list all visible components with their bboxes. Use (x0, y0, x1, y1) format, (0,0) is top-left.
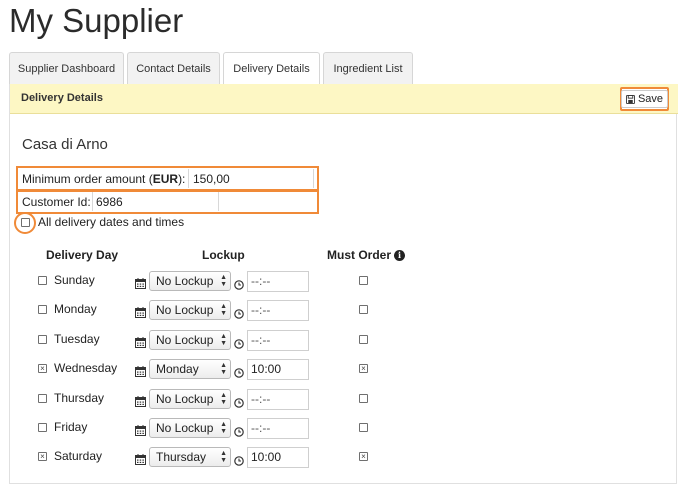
must-order-checkbox-wednesday[interactable]: × (359, 364, 368, 374)
must-order-checkbox-tuesday[interactable] (359, 334, 368, 344)
calendar-icon (135, 423, 146, 436)
clock-icon (234, 336, 244, 349)
lockup-time-thursday[interactable]: --:-- (247, 388, 309, 410)
calendar-icon (135, 452, 146, 466)
save-label: Save (637, 93, 664, 105)
day-label-wednesday: Wednesday (54, 361, 118, 376)
day-label-saturday: Saturday (54, 449, 103, 464)
tab-contact-details[interactable]: Contact Details (127, 52, 220, 84)
chevron-updown-icon: ▲ ▼ (220, 332, 227, 347)
panel-title: Delivery Details (21, 92, 103, 104)
lockup-select-saturday[interactable]: Thursday ▲ ▼ (149, 447, 231, 468)
lockup-select-thursday[interactable]: No Lockup ▲ ▼ (149, 388, 231, 409)
field-divider (218, 192, 219, 211)
calendar-icon (135, 394, 146, 407)
tab-supplier-dashboard[interactable]: Supplier Dashboard (9, 52, 124, 84)
day-label-thursday: Thursday (54, 390, 105, 405)
field-divider (313, 169, 314, 188)
min-order-label: Minimum order amount (EUR): (22, 172, 186, 186)
day-checkbox-monday[interactable] (38, 305, 47, 315)
day-label-tuesday: Tuesday (54, 331, 100, 346)
lockup-select-sunday[interactable]: No Lockup ▲ ▼ (149, 271, 231, 291)
clock-icon (234, 277, 244, 290)
day-checkbox-tuesday[interactable] (38, 334, 47, 344)
tab-delivery-details[interactable]: Delivery Details (223, 52, 320, 85)
lockup-select-tuesday[interactable]: No Lockup ▲ ▼ (149, 329, 231, 350)
supplier-name: Casa di Arno (22, 136, 108, 153)
tab-ingredient-list[interactable]: Ingredient List (323, 52, 413, 84)
day-checkbox-wednesday[interactable]: × (38, 364, 47, 374)
col-must-order: Must Order i (327, 248, 406, 262)
calendar-icon (135, 335, 146, 348)
save-button[interactable]: Save (620, 87, 669, 111)
lockup-select-friday[interactable]: No Lockup ▲ ▼ (149, 418, 231, 438)
customer-id-label: Customer Id: (22, 195, 91, 209)
col-lockup: Lockup (202, 248, 245, 262)
save-button-inner: Save (620, 90, 669, 108)
calendar-icon (135, 305, 146, 319)
lockup-time-wednesday[interactable]: 10:00 (247, 359, 309, 381)
all-dates-checkbox[interactable] (21, 218, 30, 227)
day-label-monday: Monday (54, 302, 97, 317)
clock-icon (234, 306, 244, 320)
field-divider (188, 169, 189, 188)
chevron-updown-icon: ▲ ▼ (220, 362, 227, 377)
min-order-input[interactable]: 150,00 (193, 172, 230, 186)
must-order-checkbox-thursday[interactable] (359, 393, 368, 403)
lockup-select-wednesday[interactable]: Monday ▲ ▼ (149, 359, 231, 380)
delivery-details-panel: Delivery Details Save (9, 84, 678, 484)
day-label-sunday: Sunday (54, 273, 95, 287)
must-order-checkbox-saturday[interactable]: × (359, 452, 368, 462)
clock-icon (234, 453, 244, 467)
col-delivery-day: Delivery Day (46, 248, 119, 262)
chevron-updown-icon: ▲ ▼ (220, 274, 227, 288)
day-checkbox-friday[interactable] (38, 423, 47, 432)
must-order-checkbox-sunday[interactable] (359, 276, 368, 285)
clock-icon (234, 395, 244, 408)
lockup-select-monday[interactable]: No Lockup ▲ ▼ (149, 300, 231, 321)
floppy-disk-icon (625, 94, 635, 104)
panel-header: Delivery Details Save (10, 84, 678, 114)
chevron-updown-icon: ▲ ▼ (220, 421, 227, 435)
field-divider (92, 192, 93, 211)
clock-icon (234, 424, 244, 437)
lockup-time-sunday[interactable]: --:-- (247, 271, 309, 292)
day-checkbox-sunday[interactable] (38, 276, 47, 285)
info-icon[interactable]: i (394, 250, 406, 261)
chevron-updown-icon: ▲ ▼ (220, 303, 227, 318)
calendar-icon (135, 364, 146, 378)
calendar-icon (135, 276, 146, 289)
lockup-time-monday[interactable]: --:-- (247, 300, 309, 322)
lockup-time-tuesday[interactable]: --:-- (247, 329, 309, 351)
page-title: My Supplier (9, 2, 184, 39)
lockup-time-friday[interactable]: --:-- (247, 418, 309, 439)
all-dates-label: All delivery dates and times (38, 215, 185, 229)
day-checkbox-thursday[interactable] (38, 393, 47, 403)
chevron-updown-icon: ▲ ▼ (220, 450, 227, 465)
customer-id-input[interactable]: 6986 (96, 195, 123, 209)
must-order-checkbox-monday[interactable] (359, 305, 368, 315)
day-checkbox-saturday[interactable]: × (38, 452, 47, 462)
tab-bar: Supplier Dashboard Contact Details Deliv… (9, 52, 416, 85)
lockup-time-saturday[interactable]: 10:00 (247, 447, 309, 469)
must-order-checkbox-friday[interactable] (359, 423, 368, 432)
clock-icon (234, 365, 244, 378)
day-label-friday: Friday (54, 420, 88, 434)
chevron-updown-icon: ▲ ▼ (220, 391, 227, 406)
